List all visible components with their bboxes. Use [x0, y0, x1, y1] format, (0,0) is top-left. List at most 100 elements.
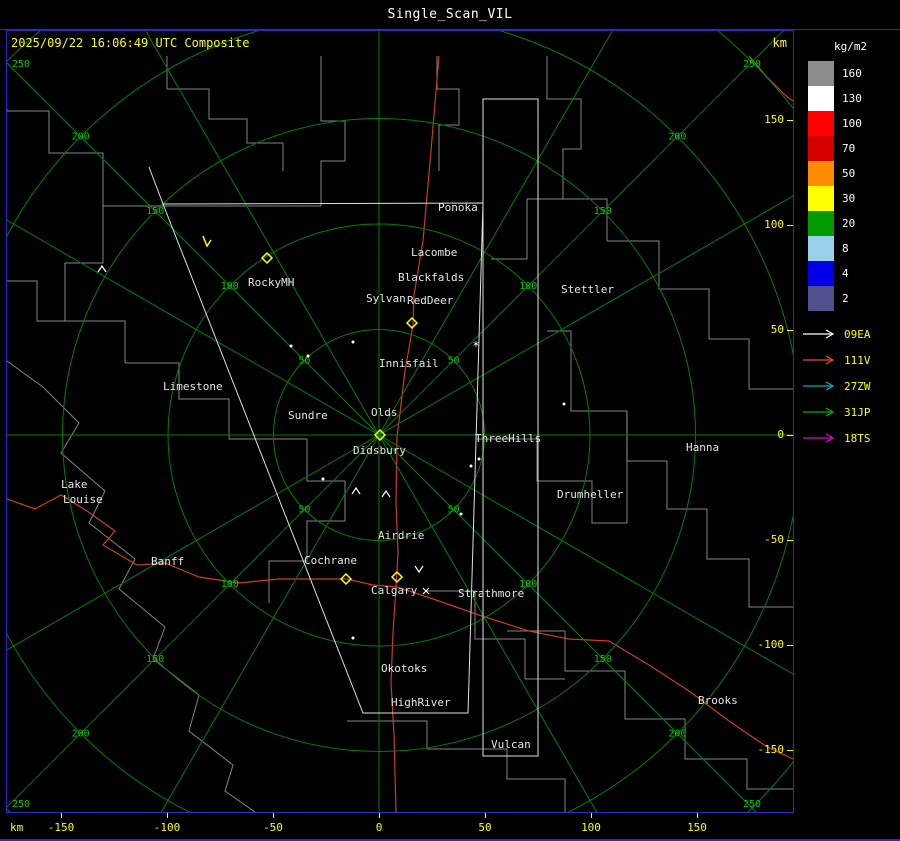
weather-marker-icon — [477, 457, 481, 461]
x-tick-mark — [591, 813, 592, 818]
colorbar-entry: 30 — [808, 186, 900, 211]
weather-marker-icon — [351, 340, 355, 344]
colorbar-value: 20 — [842, 217, 856, 230]
colorbar-value: 2 — [842, 292, 849, 305]
x-tick-label: 50 — [478, 821, 492, 834]
colorbar-value: 50 — [842, 167, 856, 180]
colorbar-entry: 130 — [808, 86, 900, 111]
colorbar-entry: 4 — [808, 261, 900, 286]
map-svg[interactable]: 50 50 50 50 100 100 100 100 150 150 150 150 200 200 20… — [7, 31, 793, 812]
legend-row: 09EA — [802, 321, 900, 347]
county-boundary — [125, 362, 269, 440]
colorbar-value: 4 — [842, 267, 849, 280]
colorbar-swatch — [808, 186, 834, 211]
colorbar-swatch — [808, 286, 834, 311]
weather-marker-icon — [562, 402, 566, 406]
x-tick-mark — [273, 813, 274, 818]
city-label: Drumheller — [557, 488, 624, 501]
colorbar-swatch — [808, 136, 834, 161]
colorbar-swatch — [808, 161, 834, 186]
radar-site-legend: 09EA 111V 27ZW 31JP 18TS — [802, 321, 900, 451]
timestamp: 2025/09/22 16:06:49 UTC Composite — [11, 36, 250, 50]
y-tick-mark — [787, 540, 793, 541]
colorbar-swatch — [808, 86, 834, 111]
y-tick-label: 150 — [764, 113, 784, 126]
county-boundary — [347, 720, 566, 812]
colorbar-entry: 50 — [808, 161, 900, 186]
city-label: Lake — [61, 478, 88, 491]
range-ring-label: 50 — [448, 505, 460, 516]
colorbar-swatch — [808, 211, 834, 236]
x-tick-mark — [61, 813, 62, 818]
x-axis-unit-label: km — [10, 821, 24, 834]
range-ring — [7, 31, 793, 812]
colorbar-swatch — [808, 61, 834, 86]
city-label: Sundre — [288, 409, 328, 422]
y-tick-mark — [787, 750, 793, 751]
x-tick-label: -100 — [153, 821, 181, 834]
legend-row: 31JP — [802, 399, 900, 425]
legend-arrow-icon — [803, 407, 835, 417]
colorbar-entry: 100 — [808, 111, 900, 136]
city-label: Brooks — [698, 694, 738, 707]
coverage-outline-segment — [148, 166, 164, 205]
county-boundary — [320, 56, 346, 206]
weather-marker-icon — [469, 464, 473, 468]
range-ring-label: 250 — [743, 59, 761, 70]
window-title: Single_Scan_VIL — [387, 7, 513, 22]
city-label: Didsbury — [353, 444, 406, 457]
city-label: Ponoka — [438, 201, 478, 214]
y-tick-mark — [787, 435, 793, 436]
y-tick-mark — [787, 225, 793, 226]
legend-arrow-icon — [803, 433, 835, 443]
title-bar: Single_Scan_VIL — [0, 0, 900, 30]
range-ring-label: 200 — [668, 132, 686, 143]
city-label: Blackfalds — [398, 271, 464, 284]
range-ring-label: 150 — [594, 206, 612, 217]
range-ring-label: 150 — [146, 206, 164, 217]
colorbar-value: 130 — [842, 92, 862, 105]
range-ring-label: 150 — [594, 654, 612, 665]
range-ring-label: 200 — [72, 132, 90, 143]
x-tick-mark — [379, 813, 380, 818]
y-axis-unit-label: km — [772, 36, 787, 50]
city-label: Strathmore — [458, 587, 524, 600]
colorbar-entry: 2 — [808, 286, 900, 311]
county-boundary — [7, 360, 256, 812]
colorbar-value: 100 — [842, 117, 862, 130]
legend-site-id: 31JP — [844, 405, 871, 419]
right-panel: kg/m2 160 130 100 70 50 30 20 8 4 2 09EA 111V 27ZW 3… — [794, 30, 900, 841]
range-ring-label: 200 — [72, 728, 90, 739]
azimuth-line — [160, 31, 613, 812]
city-label: Limestone — [163, 380, 223, 393]
azimuth-line — [7, 31, 784, 808]
azimuth-line — [7, 62, 757, 812]
city-label: Cochrane — [304, 554, 357, 567]
colorbar-value: 70 — [842, 142, 856, 155]
caret-marker-icon — [381, 489, 391, 498]
range-ring-label: 100 — [519, 281, 537, 292]
colorbar: 160 130 100 70 50 30 20 8 4 2 — [808, 61, 900, 311]
city-label: Louise — [63, 493, 103, 506]
city-label: Banff — [151, 555, 184, 568]
legend-arrow-icon — [803, 355, 835, 365]
azimuth-line — [7, 195, 793, 651]
city-label: RedDeer — [407, 294, 454, 307]
x-tick-mark — [697, 813, 698, 818]
city-label: HighRiver — [391, 696, 451, 709]
coverage-outline — [482, 98, 539, 757]
city-label: Lacombe — [411, 246, 457, 259]
x-tick-label: 100 — [581, 821, 601, 834]
range-ring-label: 250 — [12, 59, 30, 70]
colorbar-entry: 160 — [808, 61, 900, 86]
county-boundary — [607, 240, 793, 390]
colorbar-entry: 8 — [808, 236, 900, 261]
county-boundary — [507, 630, 793, 790]
legend-row: 111V — [802, 347, 900, 373]
y-tick-label: -100 — [757, 638, 785, 651]
y-tick-mark — [787, 645, 793, 646]
x-tick-label: 0 — [375, 821, 383, 834]
range-ring-label: 250 — [743, 799, 761, 810]
colorbar-swatch — [808, 261, 834, 286]
colorbar-entry: 20 — [808, 211, 900, 236]
